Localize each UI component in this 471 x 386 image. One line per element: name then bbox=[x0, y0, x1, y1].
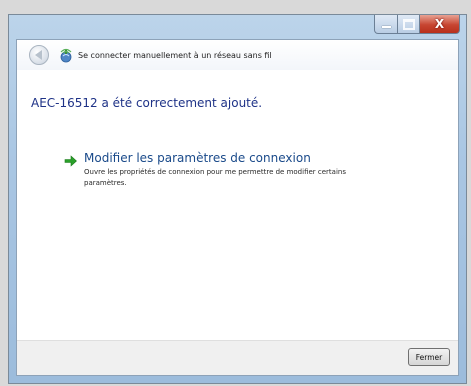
nav-bar: Se connecter manuellement à un réseau sa… bbox=[17, 40, 458, 70]
close-button[interactable]: Fermer bbox=[408, 348, 450, 366]
wireless-network-icon bbox=[58, 47, 74, 63]
green-arrow-icon bbox=[64, 153, 78, 167]
window-close-button[interactable]: X bbox=[420, 15, 460, 34]
close-icon: X bbox=[434, 17, 445, 31]
change-settings-link[interactable]: Modifier les paramètres de connexion bbox=[84, 151, 374, 165]
caption-buttons: X bbox=[374, 15, 460, 34]
minimize-button[interactable] bbox=[374, 15, 398, 34]
dialog-footer: Fermer bbox=[17, 340, 458, 375]
success-heading: AEC-16512 a été correctement ajouté. bbox=[31, 96, 263, 110]
dialog-window: X Se connecter manuellement à un réseau … bbox=[8, 14, 467, 384]
back-arrow-icon bbox=[34, 50, 42, 60]
dialog-content: Se connecter manuellement à un réseau sa… bbox=[16, 39, 459, 376]
back-button[interactable] bbox=[29, 45, 49, 65]
maximize-button[interactable] bbox=[398, 15, 420, 34]
maximize-icon bbox=[402, 18, 415, 30]
option-text: Modifier les paramètres de connexion Ouv… bbox=[84, 151, 374, 189]
change-settings-option[interactable]: Modifier les paramètres de connexion Ouv… bbox=[64, 151, 374, 189]
minimize-icon bbox=[381, 26, 391, 28]
title-bar[interactable]: X bbox=[9, 15, 466, 39]
dialog-title: Se connecter manuellement à un réseau sa… bbox=[78, 50, 272, 60]
change-settings-description: Ouvre les propriétés de connexion pour m… bbox=[84, 168, 346, 187]
